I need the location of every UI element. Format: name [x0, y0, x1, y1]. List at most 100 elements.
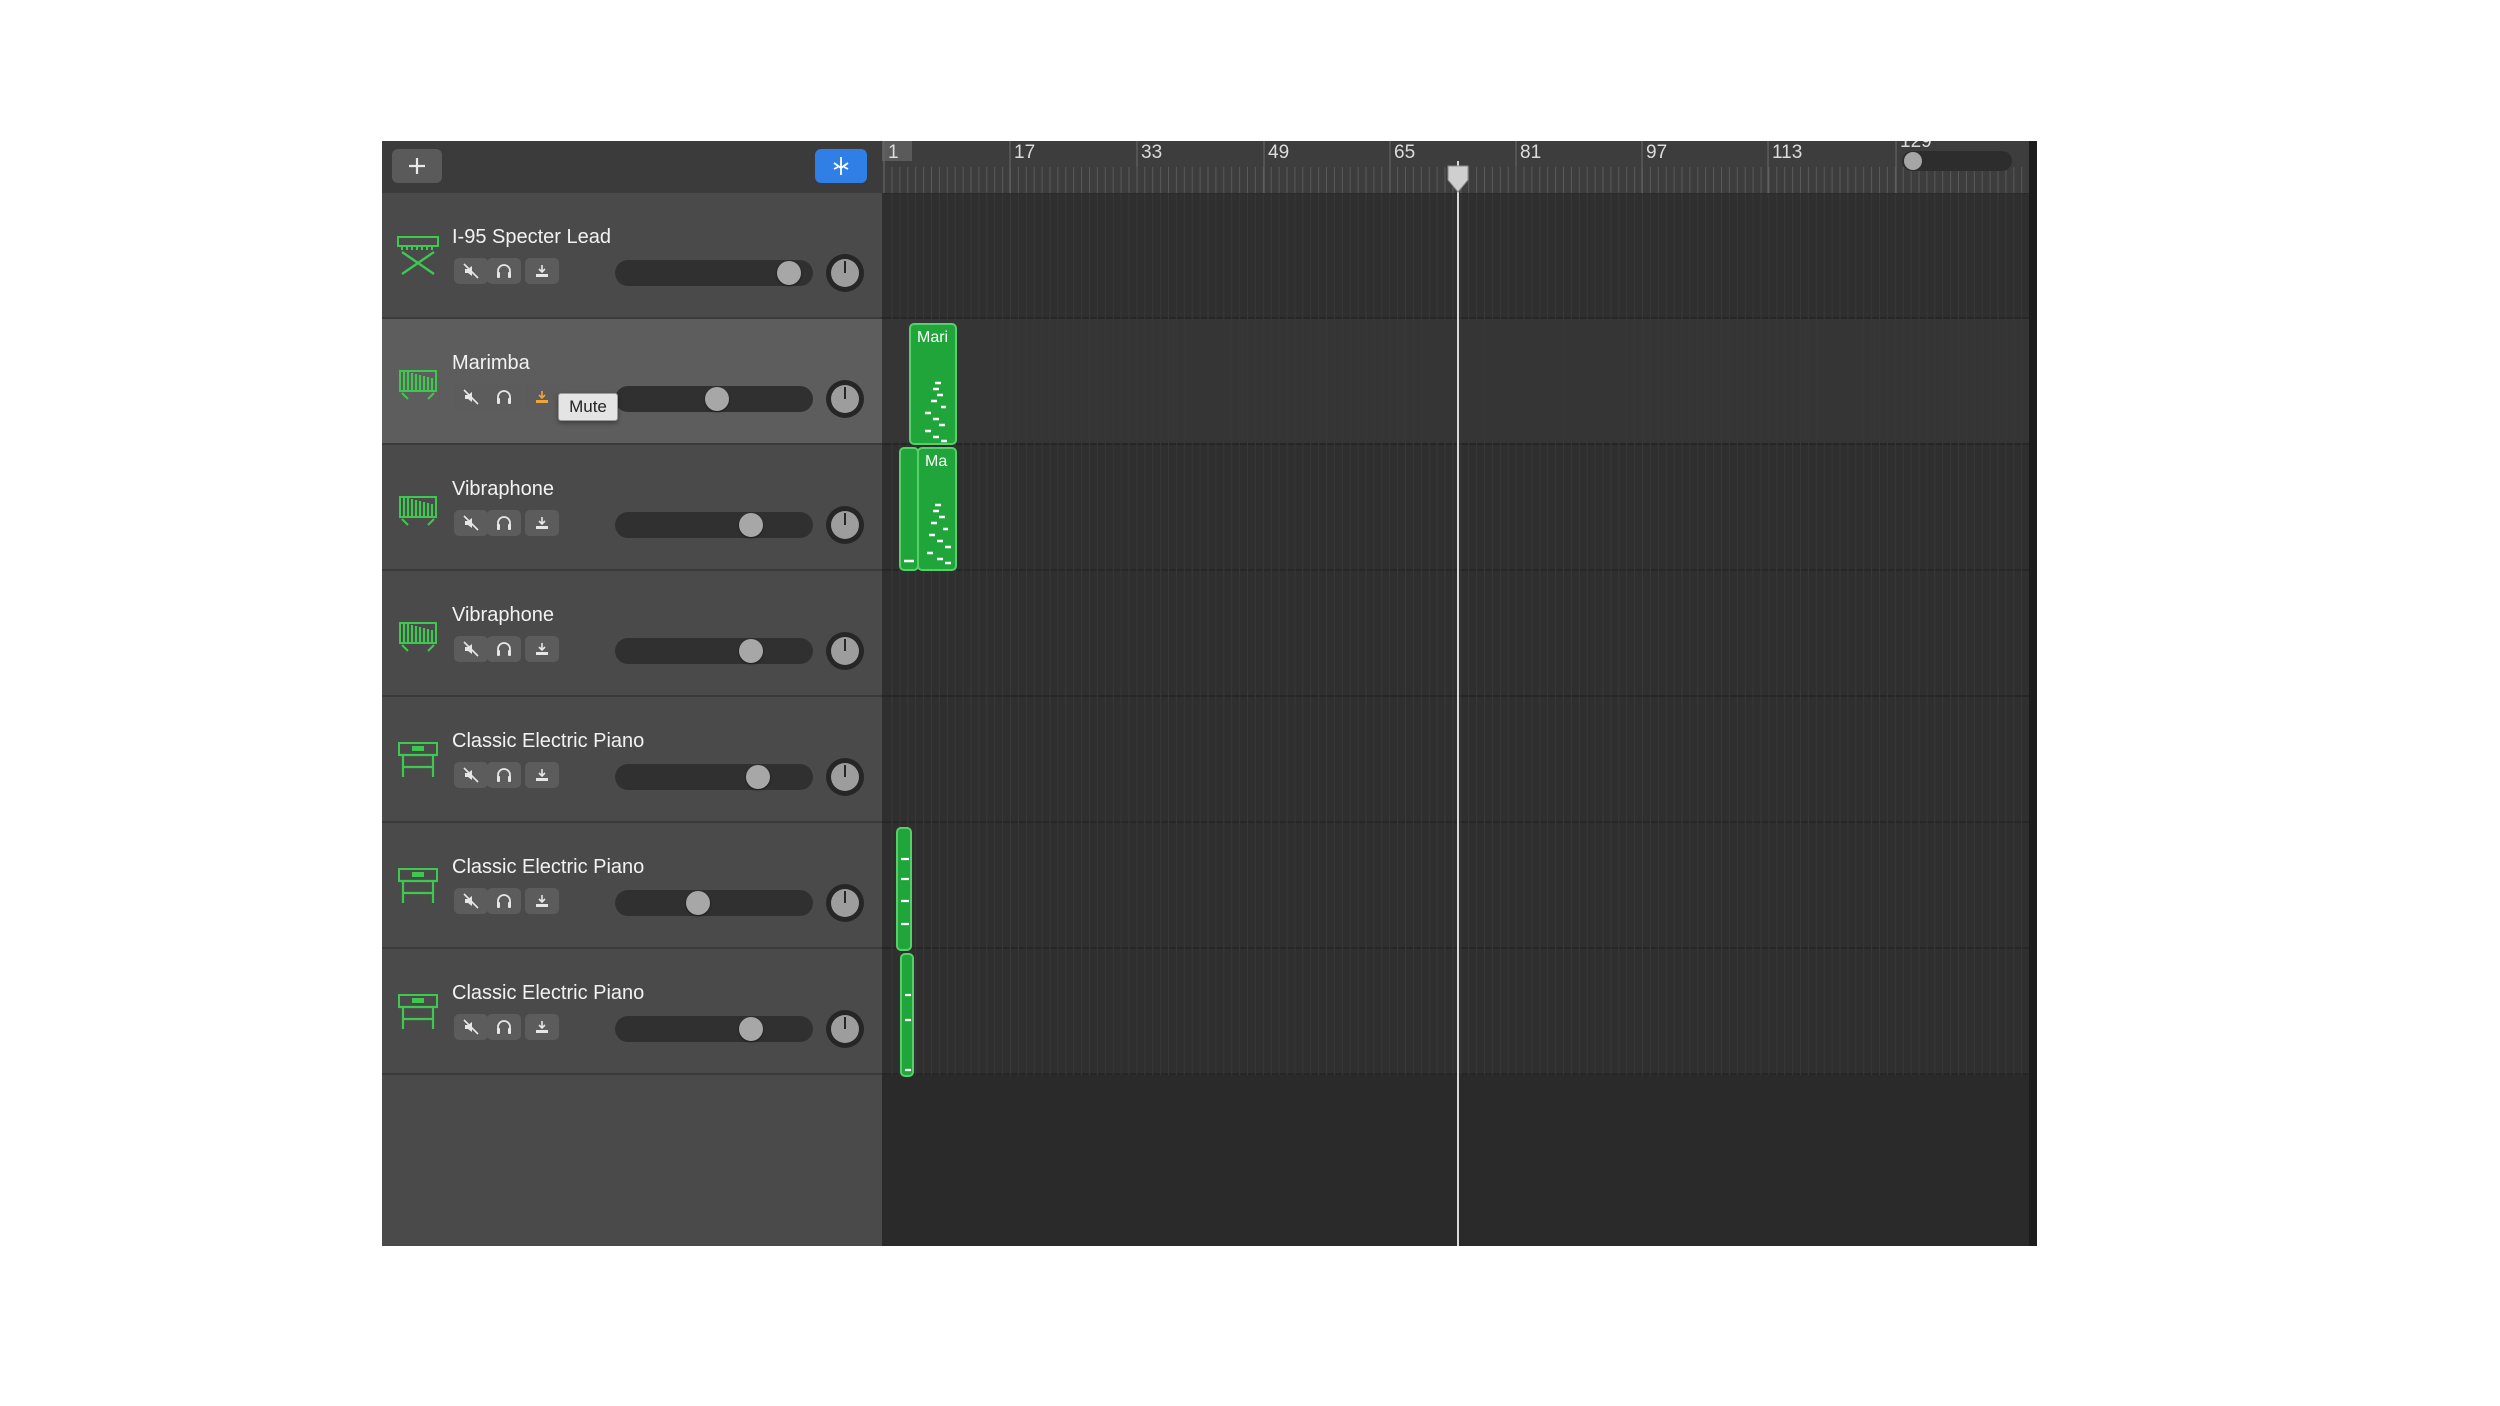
volume-slider-thumb[interactable]	[776, 261, 801, 285]
playhead-line[interactable]	[1457, 161, 1459, 1246]
headphones-icon	[497, 768, 511, 782]
volume-slider-thumb[interactable]	[738, 513, 763, 537]
speaker-muted-icon	[463, 641, 479, 657]
pan-knob[interactable]	[826, 884, 864, 922]
midi-notes	[901, 857, 909, 926]
pan-knob[interactable]	[826, 632, 864, 670]
zoom-slider[interactable]	[1902, 151, 2012, 171]
input-monitor-icon	[536, 643, 548, 655]
input-monitor-icon	[536, 769, 548, 781]
pan-knob[interactable]	[826, 1010, 864, 1048]
volume-slider[interactable]	[615, 1016, 813, 1042]
track-header[interactable]: Vibraphone	[382, 571, 882, 697]
track-header[interactable]: Classic Electric Piano	[382, 697, 882, 823]
bar-number: 49	[1268, 142, 1290, 163]
pan-knob[interactable]	[826, 758, 864, 796]
speaker-muted-icon	[463, 1019, 479, 1035]
midi-region[interactable]	[900, 953, 914, 1077]
mallet-instrument-icon	[399, 622, 437, 652]
pan-knob[interactable]	[826, 380, 864, 418]
track-header[interactable]: Vibraphone	[382, 445, 882, 571]
headphones-icon	[497, 516, 511, 530]
record-enable-button[interactable]	[525, 258, 559, 284]
track-header[interactable]: Classic Electric Piano	[382, 823, 882, 949]
headphones-icon	[497, 390, 511, 404]
tracks-area: 1 17 33 49 65 81 97 113 129 Mari Ma	[882, 141, 2037, 1246]
speaker-muted-icon	[463, 767, 479, 783]
input-monitor-icon	[536, 895, 548, 907]
volume-slider-thumb[interactable]	[738, 639, 763, 663]
record-enable-button[interactable]	[525, 510, 559, 536]
mute-button[interactable]	[454, 636, 488, 662]
pan-knob[interactable]	[826, 254, 864, 292]
volume-slider[interactable]	[615, 512, 813, 538]
zoom-slider-thumb[interactable]	[1904, 152, 1922, 170]
electric-piano-icon	[398, 994, 438, 1029]
midi-region[interactable]: Ma	[917, 447, 957, 571]
speaker-muted-icon	[463, 263, 479, 279]
synth-keyboard-icon	[397, 236, 439, 275]
record-enable-button[interactable]	[525, 888, 559, 914]
volume-slider-thumb[interactable]	[705, 387, 730, 411]
bar-number: 113	[1772, 142, 1803, 163]
headphones-icon	[497, 894, 511, 908]
mute-button[interactable]	[454, 888, 488, 914]
volume-slider[interactable]	[615, 764, 813, 790]
solo-button[interactable]	[487, 636, 521, 662]
bar-number: 81	[1520, 142, 1542, 163]
solo-button[interactable]	[487, 888, 521, 914]
bar-number: 97	[1646, 142, 1668, 163]
track-name: I-95 Specter Lead	[452, 226, 611, 248]
bar-number: 65	[1394, 142, 1416, 163]
track-header[interactable]: I-95 Specter Lead	[382, 193, 882, 319]
track-headers-toolbar	[382, 141, 882, 193]
mute-tooltip: Mute	[558, 393, 618, 421]
mute-button[interactable]	[454, 762, 488, 788]
midi-region[interactable]	[896, 827, 912, 951]
headphones-icon	[497, 642, 511, 656]
volume-slider-thumb[interactable]	[738, 1017, 763, 1041]
mute-button[interactable]	[454, 1014, 488, 1040]
speaker-muted-icon	[463, 389, 479, 405]
smart-controls-button[interactable]	[815, 149, 867, 183]
playhead-handle[interactable]	[1447, 165, 1469, 193]
mute-button[interactable]	[454, 384, 488, 410]
vertical-scrollbar[interactable]	[2029, 141, 2037, 1246]
track-name: Vibraphone	[452, 604, 554, 626]
record-enable-button[interactable]	[525, 636, 559, 662]
input-monitor-icon	[536, 265, 548, 277]
mallet-instrument-icon	[399, 496, 437, 526]
volume-slider[interactable]	[615, 260, 813, 286]
speaker-muted-icon	[463, 893, 479, 909]
volume-slider-thumb[interactable]	[686, 891, 711, 915]
timeline-grid	[882, 193, 2037, 1075]
volume-slider-thumb[interactable]	[745, 765, 770, 789]
record-enable-button[interactable]	[525, 762, 559, 788]
volume-slider[interactable]	[615, 638, 813, 664]
record-enable-button[interactable]	[525, 384, 559, 410]
track-headers-panel: I-95 Specter Lead Marimba Vibraphone Vib…	[382, 141, 882, 1246]
headphones-icon	[497, 264, 511, 278]
plus-icon	[409, 158, 425, 174]
mute-button[interactable]	[454, 510, 488, 536]
midi-region[interactable]: Mari	[909, 323, 957, 445]
solo-button[interactable]	[487, 1014, 521, 1040]
volume-slider[interactable]	[615, 890, 813, 916]
track-name: Marimba	[452, 352, 530, 374]
input-monitor-icon	[536, 1021, 548, 1033]
solo-button[interactable]	[487, 258, 521, 284]
track-header[interactable]: Marimba	[382, 319, 882, 445]
solo-button[interactable]	[487, 384, 521, 410]
solo-button[interactable]	[487, 510, 521, 536]
headphones-icon	[497, 1020, 511, 1034]
pan-knob[interactable]	[826, 506, 864, 544]
volume-slider[interactable]	[615, 386, 813, 412]
garageband-window: I-95 Specter Lead Marimba Vibraphone Vib…	[382, 141, 2037, 1246]
add-track-button[interactable]	[392, 149, 442, 183]
solo-button[interactable]	[487, 762, 521, 788]
record-enable-button[interactable]	[525, 1014, 559, 1040]
mute-button[interactable]	[454, 258, 488, 284]
track-name: Classic Electric Piano	[452, 856, 645, 878]
midi-region[interactable]	[899, 447, 919, 571]
track-header[interactable]: Classic Electric Piano	[382, 949, 882, 1075]
